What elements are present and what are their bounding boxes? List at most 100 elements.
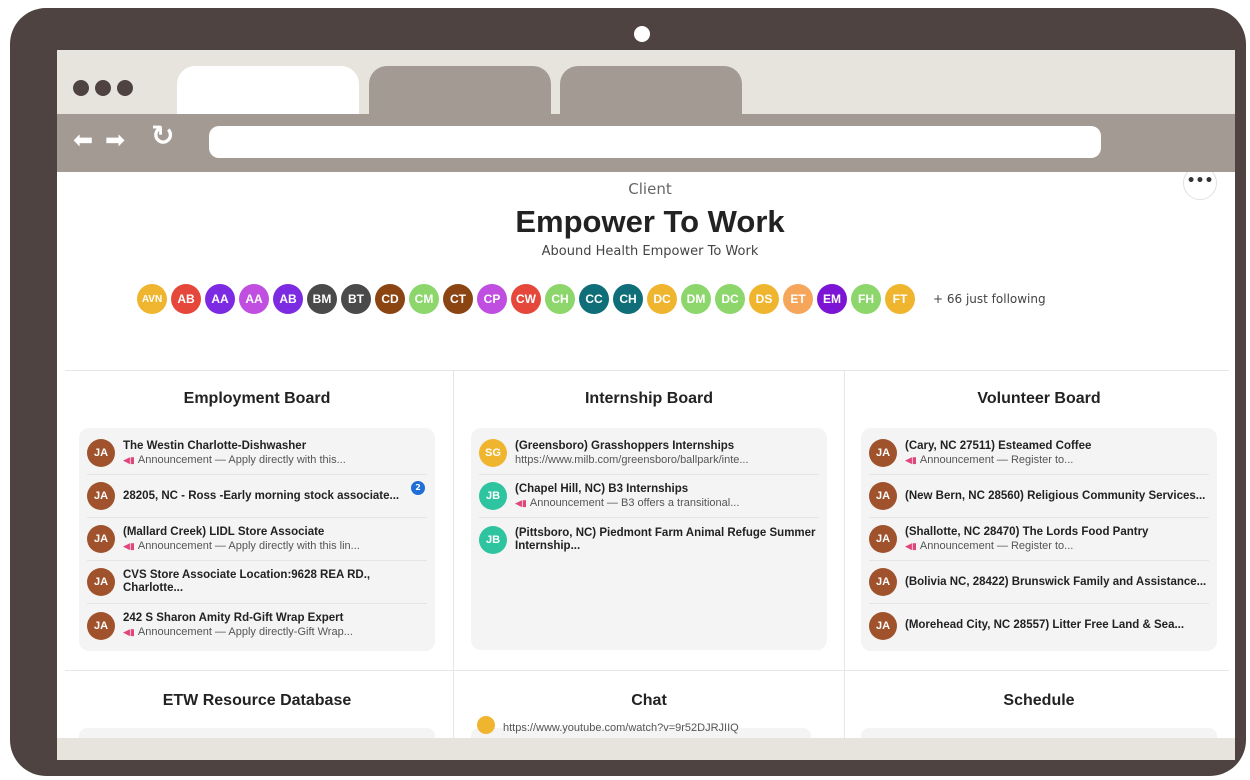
board-post[interactable]: JA The Westin Charlotte-Dishwasher ◀▮ Annou…: [87, 432, 427, 475]
screen-bottom-bar: [57, 738, 1235, 760]
post-title: 28205, NC - Ross -Early morning stock as…: [123, 489, 400, 502]
post-text: 242 S Sharon Amity Rd-Gift Wrap Expert ◀▮…: [123, 612, 427, 639]
board-post[interactable]: SG (Greensboro) Grasshoppers Internships h…: [479, 432, 819, 475]
author-avatar: JA: [869, 611, 897, 640]
forward-arrow-icon[interactable]: ➡: [105, 128, 125, 152]
post-title: (Greensboro) Grasshoppers Internships: [515, 439, 735, 452]
post-text: The Westin Charlotte-Dishwasher ◀▮ Announc…: [123, 440, 427, 467]
window-control-dot[interactable]: [73, 80, 89, 96]
member-avatar[interactable]: BT: [341, 284, 371, 314]
member-avatar[interactable]: EM: [817, 284, 847, 314]
address-bar[interactable]: [209, 126, 1101, 158]
post-preview-text: https://www.milb.com/greensboro/ballpark…: [515, 453, 749, 466]
member-avatar[interactable]: DC: [647, 284, 677, 314]
section-divider: [65, 670, 1229, 671]
browser-tab[interactable]: [369, 66, 551, 116]
post-preview: ◀▮ Announcement — Apply directly-Gift Wra…: [123, 625, 427, 639]
member-avatars: AVN AB AA AA AB BM BT CD CM CT CP CW CH CC CH DC DM DC DS E…: [137, 284, 1046, 314]
board-title: Volunteer Board: [977, 390, 1101, 407]
member-avatar[interactable]: CD: [375, 284, 405, 314]
member-avatar[interactable]: CC: [579, 284, 609, 314]
page-title: Empower To Work: [515, 204, 785, 239]
author-avatar: JA: [87, 439, 115, 467]
member-avatar[interactable]: DS: [749, 284, 779, 314]
post-text: (Chapel Hill, NC) B3 Internships ◀▮ Announ…: [515, 483, 819, 510]
member-avatar[interactable]: DC: [715, 284, 745, 314]
member-avatar[interactable]: AB: [171, 284, 201, 314]
author-avatar: JB: [479, 482, 507, 510]
board-post[interactable]: JA (Shallotte, NC 28470) The Lords Food P…: [869, 518, 1209, 561]
megaphone-icon: ◀▮: [905, 540, 917, 551]
post-title: (Mallard Creek) LIDL Store Associate: [123, 525, 325, 538]
member-avatar[interactable]: BM: [307, 284, 337, 314]
board-post[interactable]: JA (New Bern, NC 28560) Religious Communi…: [869, 475, 1209, 518]
board-post[interactable]: JB (Chapel Hill, NC) B3 Internships ◀▮ Anno…: [479, 475, 819, 518]
member-avatar[interactable]: CT: [443, 284, 473, 314]
window-control-dot[interactable]: [117, 80, 133, 96]
member-avatar[interactable]: DM: [681, 284, 711, 314]
device-frame: ⬅ ➡ ↻ Client Empower To Work Abound Heal…: [10, 8, 1246, 776]
board-post[interactable]: JA CVS Store Associate Location:9628 REA …: [87, 561, 427, 604]
post-title: The Westin Charlotte-Dishwasher: [123, 439, 307, 452]
schedule-card[interactable]: [861, 728, 1217, 738]
member-avatar[interactable]: CH: [613, 284, 643, 314]
member-avatar[interactable]: FT: [885, 284, 915, 314]
chat-card[interactable]: https://www.youtube.com/watch?v=9r52DJRJ…: [471, 716, 811, 738]
page-content: Client Empower To Work Abound Health Emp…: [57, 172, 1235, 738]
following-count[interactable]: + 66 just following: [933, 292, 1046, 306]
unread-badge: 2: [411, 481, 425, 495]
reload-icon[interactable]: ↻: [151, 122, 174, 150]
browser-toolbar: ⬅ ➡ ↻: [57, 114, 1235, 172]
member-avatar[interactable]: AVN: [137, 284, 167, 314]
post-text: (New Bern, NC 28560) Religious Community…: [905, 490, 1209, 503]
browser-tab[interactable]: [560, 66, 742, 116]
back-arrow-icon[interactable]: ⬅: [73, 128, 93, 152]
post-text: 28205, NC - Ross -Early morning stock as…: [123, 490, 427, 503]
post-text: (Morehead City, NC 28557) Litter Free La…: [905, 619, 1209, 632]
member-avatar[interactable]: CP: [477, 284, 507, 314]
browser-window: ⬅ ➡ ↻ Client Empower To Work Abound Heal…: [57, 50, 1235, 760]
chat-message-preview[interactable]: https://www.youtube.com/watch?v=9r52DJRJ…: [503, 722, 739, 734]
board-post[interactable]: JA (Mallard Creek) LIDL Store Associate ◀▮…: [87, 518, 427, 561]
member-avatar[interactable]: CM: [409, 284, 439, 314]
member-avatar[interactable]: AA: [239, 284, 269, 314]
resource-database-card[interactable]: [79, 728, 435, 738]
member-avatar[interactable]: CW: [511, 284, 541, 314]
column-divider: [453, 370, 454, 680]
client-label: Client: [628, 180, 672, 198]
browser-tab-active[interactable]: [177, 66, 359, 116]
megaphone-icon: ◀▮: [905, 454, 917, 465]
author-avatar: SG: [479, 439, 507, 467]
board-post[interactable]: JA (Cary, NC 27511) Esteamed Coffee ◀▮ Anno…: [869, 432, 1209, 475]
post-preview-text: Announcement — Register to...: [919, 453, 1074, 466]
megaphone-icon: ◀▮: [515, 497, 527, 508]
board-title: Employment Board: [183, 390, 331, 407]
section-divider: [65, 370, 1229, 371]
member-avatar[interactable]: AB: [273, 284, 303, 314]
author-avatar: JA: [87, 525, 115, 553]
window-control-dot[interactable]: [95, 80, 111, 96]
megaphone-icon: ◀▮: [123, 540, 135, 551]
volunteer-board: Volunteer Board JA (Cary, NC 27511) Estea…: [861, 390, 1217, 652]
board-post[interactable]: JA 242 S Sharon Amity Rd-Gift Wrap Expert…: [87, 604, 427, 647]
author-avatar: JA: [869, 525, 897, 553]
board-post[interactable]: JA (Morehead City, NC 28557) Litter Free …: [869, 604, 1209, 647]
post-text: (Cary, NC 27511) Esteamed Coffee ◀▮ Announ…: [905, 440, 1209, 467]
member-avatar[interactable]: AA: [205, 284, 235, 314]
member-avatar[interactable]: FH: [851, 284, 881, 314]
post-preview-text: Announcement — Apply directly-Gift Wrap.…: [137, 626, 353, 638]
member-avatar[interactable]: ET: [783, 284, 813, 314]
board-post[interactable]: JA (Bolivia NC, 28422) Brunswick Family a…: [869, 561, 1209, 604]
page-subtitle: Abound Health Empower To Work: [541, 244, 759, 259]
post-text: (Mallard Creek) LIDL Store Associate ◀▮ An…: [123, 526, 427, 553]
board-post[interactable]: JB (Pittsboro, NC) Piedmont Farm Animal R…: [479, 518, 819, 561]
board-post[interactable]: JA 28205, NC - Ross -Early morning stock …: [87, 475, 427, 518]
author-avatar: JA: [87, 611, 115, 640]
author-avatar: JA: [869, 568, 897, 596]
post-title: (Chapel Hill, NC) B3 Internships: [515, 482, 689, 495]
column-divider: [844, 670, 845, 738]
post-title: CVS Store Associate Location:9628 REA RD…: [123, 569, 371, 594]
post-text: CVS Store Associate Location:9628 REA RD…: [123, 569, 427, 595]
member-avatar[interactable]: CH: [545, 284, 575, 314]
window-controls: [73, 80, 133, 96]
